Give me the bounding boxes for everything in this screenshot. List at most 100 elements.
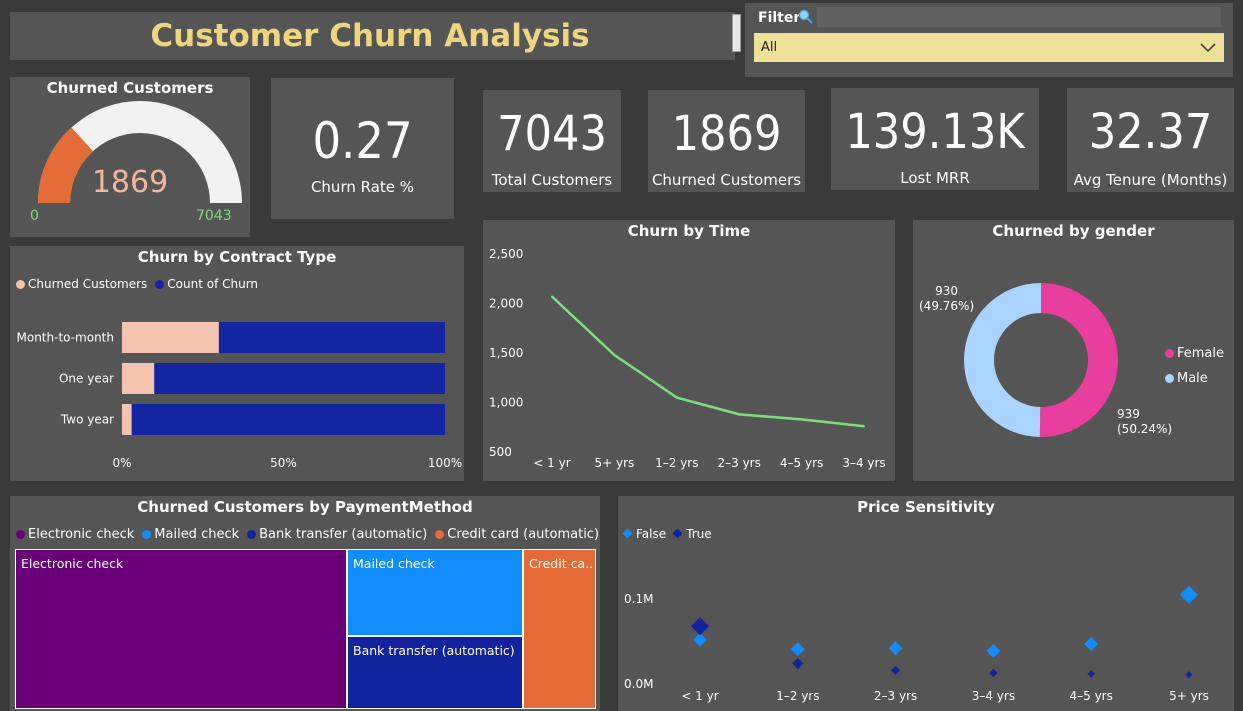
donut-slice-male [963,283,1041,437]
y-tick-label: 2,500 [489,247,523,261]
x-tick-label: 4–5 yrs [1070,689,1113,703]
y-tick-label: 2,000 [489,297,523,311]
x-tick-label: 0% [112,456,131,470]
legend-item-mailed[interactable]: Mailed check [142,527,239,542]
x-tick-label: 2–3 yrs [874,689,917,703]
payment-chart-panel: Churned Customers by PaymentMethod Elect… [10,496,600,711]
gauge-card: Churned Customers 1869 0 7043 [10,77,250,237]
lost-mrr-card: 139.13K Lost MRR [831,88,1039,190]
y-tick-label: 0.1M [624,592,653,606]
x-tick-label: 100% [428,456,462,470]
x-tick-label: 50% [270,456,297,470]
bar-churned [122,363,155,394]
avg-tenure-label: Avg Tenure (Months) [1073,171,1228,189]
filter-dropdown[interactable]: All [754,33,1224,62]
price-scatter-chart: 0.1M 0.0M < 1 yr 1–2 yrs 2–3 yrs 3–4 yrs 4–5 y… [624,585,1209,703]
total-customers-label: Total Customers [491,171,613,189]
filter-header-bar [817,7,1221,27]
scatter-point-false [986,643,1001,658]
scatter-point-false [888,641,903,656]
total-customers-value: 7043 [497,106,607,162]
churn-rate-card: 0.27 Churn Rate % [271,78,454,219]
gender-legend: Female Male [1165,341,1224,391]
line-point [738,413,741,416]
x-tick-label: 5+ yrs [595,456,635,470]
x-tick-label: 4–5 yrs [780,456,823,470]
churned-customers-value: 1869 [671,106,782,162]
legend-item-credit[interactable]: Credit card (automatic) [435,527,599,542]
treemap-tile-electronic[interactable]: Electronic check [15,549,347,709]
y-tick-label: 1,500 [489,346,523,360]
contract-chart-panel: Churn by Contract Type Churned Customers… [10,246,464,481]
donut-slice-female [1039,283,1118,437]
scatter-point-true [989,668,998,678]
scatter-point-true [792,658,804,670]
bar-count [131,404,445,435]
churn-line [551,295,865,428]
legend-item-female[interactable]: Female [1165,341,1224,366]
churned-customers-label: Churned Customers [651,171,802,189]
line-point [613,353,616,356]
x-tick-label: 3–4 yrs [972,689,1015,703]
scatter-point-false [1179,585,1199,604]
scatter-point-true [1087,669,1096,678]
contract-bar-chart: Month-to-month One year Two year 0% 50% 100% [17,322,462,470]
legend-item-electronic[interactable]: Electronic check [16,527,134,542]
chevron-down-icon [1200,43,1216,53]
legend-item-bank[interactable]: Bank transfer (automatic) [247,527,427,542]
filter-label: Filter [758,10,801,26]
payment-legend: Electronic check Mailed check Bank transfe… [16,527,607,542]
line-point [800,418,803,421]
male-data-label: 930 (49.76%) [919,284,975,313]
title-scrollbar[interactable] [732,14,741,52]
category-label: Two year [60,413,114,427]
treemap-tile-bank[interactable]: Bank transfer (automatic) [347,636,523,709]
bar-count [218,322,445,353]
y-tick-label: 500 [489,445,512,459]
churned-customers-card: 1869 Churned Customers [648,90,805,192]
filter-selected-value: All [761,40,778,55]
lost-mrr-label: Lost MRR [900,169,970,187]
female-data-label: 939 (50.24%) [1117,407,1173,436]
time-line-chart: 2,500 2,000 1,500 1,000 500 < 1 yr 5+ yrs 1–2 y… [489,247,886,470]
x-tick-label: 1–2 yrs [776,689,819,703]
avg-tenure-card: 32.37 Avg Tenure (Months) [1067,88,1234,192]
filter-panel: Filter All [745,3,1233,77]
title-panel: Customer Churn Analysis [10,12,741,60]
x-tick-label: 5+ yrs [1169,689,1209,703]
avg-tenure-value: 32.37 [1088,104,1213,160]
x-tick-label: 1–2 yrs [655,456,698,470]
gauge-value: 1869 [91,165,169,200]
treemap-tile-credit[interactable]: Credit ca... [523,549,596,709]
x-tick-label: 2–3 yrs [718,456,761,470]
price-chart-panel: Price Sensitivity False True 0.1M 0.0M < 1 … [618,496,1234,711]
category-label: Month-to-month [17,331,115,345]
search-icon [798,9,813,24]
legend-item-male[interactable]: Male [1165,366,1224,391]
scatter-point-true [891,665,901,675]
bar-churned [122,322,219,353]
bar-count [154,363,446,394]
scatter-point-true [1185,671,1193,679]
time-chart-panel: Churn by Time 2,500 2,000 1,500 1,000 500 < 1… [483,220,895,481]
payment-chart-title: Churned Customers by PaymentMethod [137,498,473,516]
gender-chart-panel: Churned by gender 930 (49.76%) 939 (50.2… [913,220,1234,481]
line-point [675,396,678,399]
total-customers-card: 7043 Total Customers [483,90,621,192]
x-tick-label: < 1 yr [681,689,718,703]
line-point [863,425,865,428]
scatter-point-true [690,617,710,636]
y-tick-label: 0.0M [624,677,653,691]
category-label: One year [59,372,114,386]
gauge-min-label: 0 [30,208,39,224]
treemap-tile-mailed[interactable]: Mailed check [347,549,523,636]
x-tick-label: 3–4 yrs [842,456,885,470]
line-point [551,295,553,298]
scatter-point-false [790,642,805,657]
page-title: Customer Churn Analysis [150,18,590,54]
bar-churned [122,404,132,435]
x-tick-label: < 1 yr [533,456,570,470]
scatter-point-false [1084,637,1099,652]
churn-rate-value: 0.27 [312,112,413,170]
y-tick-label: 1,000 [489,396,523,410]
